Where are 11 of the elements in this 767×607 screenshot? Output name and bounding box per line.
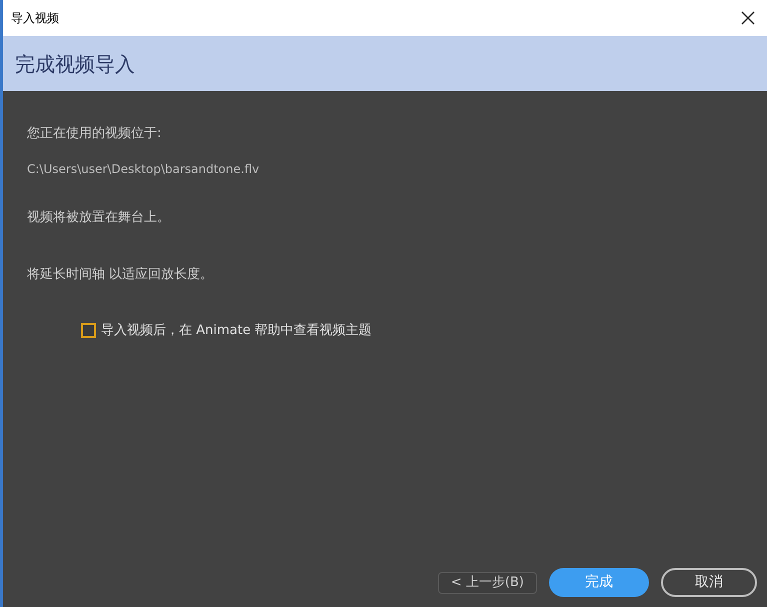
page-heading: 完成视频导入 (15, 50, 135, 78)
checkbox[interactable] (81, 322, 96, 338)
location-label: 您正在使用的视频位于: (27, 125, 162, 143)
timeline-note: 将延长时间轴 以适应回放长度。 (27, 266, 214, 284)
close-icon[interactable] (741, 11, 755, 25)
cancel-button[interactable]: 取消 (661, 568, 757, 597)
checkbox-label: 导入视频后，在 Animate 帮助中查看视频主题 (101, 322, 372, 340)
file-path: C:\Users\user\Desktop\barsandtone.flv (27, 160, 260, 178)
back-button[interactable]: < 上一步(B) (438, 572, 537, 594)
stage-note: 视频将被放置在舞台上。 (27, 208, 171, 226)
window-title: 导入视频 (11, 10, 59, 27)
